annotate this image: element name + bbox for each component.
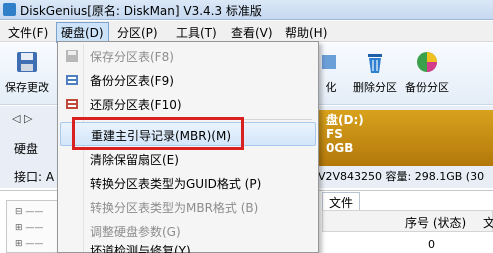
format-label: 化 [325,81,337,94]
menu-tools[interactable]: 工具(T) [176,24,217,41]
interface-label: 接口: A [14,170,55,184]
delete-partition-label: 删除分区 [353,81,397,94]
partition-block-d[interactable]: 盘(D:) FS 0GB [318,110,493,166]
menu-convert-to-guid[interactable]: 转换分区表类型为GUID格式 (P) [60,171,316,195]
restore-table-icon [66,99,78,109]
partition-name: 盘(D:) [326,113,364,127]
menu-help[interactable]: 帮助(H) [285,24,327,41]
backup-partition-label: 备份分区 [405,81,449,94]
menu-restore-partition-table-label: 还原分区表(F10) [90,98,182,112]
menu-convert-to-mbr-label: 转换分区表类型为MBR格式 (B) [90,201,259,215]
menu-backup-partition-table[interactable]: 备份分区表(F9) [60,68,316,92]
menu-backup-partition-table-label: 备份分区表(F9) [90,74,174,88]
tree-node[interactable]: ⊟ —— [15,207,43,217]
highlight-annotation-box [72,117,244,150]
format-icon [322,55,336,69]
backup-partition-button[interactable]: 备份分区 [404,47,450,101]
backup-pie-icon [417,52,437,72]
menu-convert-to-mbr[interactable]: 转换分区表类型为MBR格式 (B) [60,195,316,219]
column-header-seq[interactable]: 序号 (状态) [405,214,466,231]
tab-files[interactable]: 文件 [322,192,361,212]
menu-clear-reserved-sectors[interactable]: 清除保留扇区(E) [60,147,316,171]
table-header: 序号 (状态) 文 [322,210,493,232]
title-bar: DiskGenius[原名: DiskMan] V3.4.3 标准版 [0,0,493,20]
app-icon [3,3,16,16]
format-button[interactable]: 化 [316,47,346,101]
menu-file[interactable]: 文件(F) [8,24,48,41]
table-cell: 0 [428,238,435,251]
partition-size: 0GB [326,141,354,155]
menu-restore-partition-table[interactable]: 还原分区表(F10) [60,92,316,116]
disk-nav-arrows[interactable]: ◁ ▷ [12,112,32,125]
save-changes-label: 保存更改 [5,81,49,94]
delete-partition-button[interactable]: 删除分区 [352,47,398,101]
window-title: DiskGenius[原名: DiskMan] V3.4.3 标准版 [20,4,262,18]
save-changes-button[interactable]: 保存更改 [4,47,50,101]
trash-icon [368,54,382,73]
partition-fs: FS [326,127,343,141]
backup-table-icon [66,75,78,85]
menu-bad-sector-check-label: 坏道检测与修复(Y) [90,244,191,253]
menu-save-partition-table-label: 保存分区表(F8) [90,50,174,64]
tree-node[interactable]: ⊞ —— [15,239,43,249]
menu-adjust-disk-params[interactable]: 调整硬盘参数(G) [60,219,316,243]
save-icon [17,52,37,72]
menu-bar: 文件(F) 硬盘(D) 分区(P) 工具(T) 查看(V) 帮助(H) [0,21,493,44]
menu-save-partition-table[interactable]: 保存分区表(F8) [60,44,316,68]
column-header-extra[interactable]: 文 [483,214,493,231]
menu-bad-sector-check[interactable]: 坏道检测与修复(Y) [60,242,316,253]
menu-partition[interactable]: 分区(P) [117,24,158,41]
menu-convert-to-guid-label: 转换分区表类型为GUID格式 (P) [90,177,262,191]
save-table-icon [66,50,78,62]
tree-node[interactable]: ⊞ —— [15,223,43,233]
disk-info: V2V843250 容量: 298.1GB (30 [318,170,485,183]
menu-view[interactable]: 查看(V) [231,24,273,41]
menu-clear-reserved-sectors-label: 清除保留扇区(E) [90,153,179,167]
menu-adjust-disk-params-label: 调整硬盘参数(G) [90,225,181,239]
disk-label: 硬盘 [14,142,39,156]
